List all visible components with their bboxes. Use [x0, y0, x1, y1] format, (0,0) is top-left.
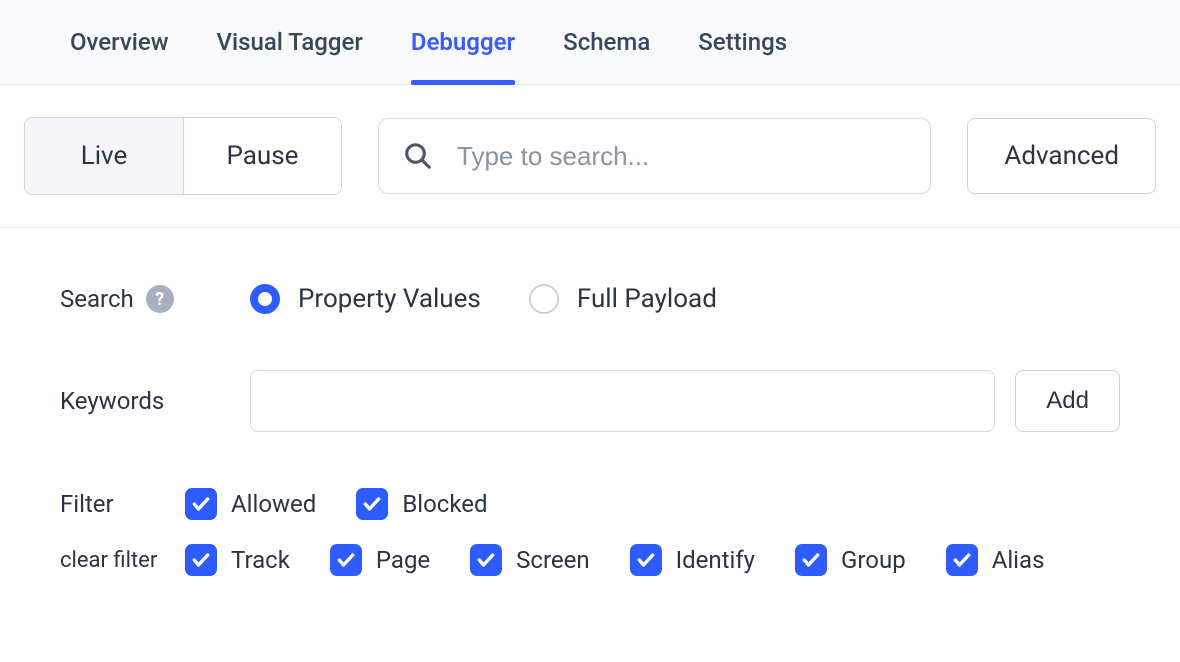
pause-button[interactable]: Pause [183, 118, 341, 194]
checkbox-identify[interactable]: Identify [630, 544, 755, 576]
check-icon [330, 544, 362, 576]
search-icon [403, 141, 433, 171]
tab-overview[interactable]: Overview [70, 0, 169, 85]
radio-indicator [529, 284, 559, 314]
filter-label: Filter [60, 490, 185, 518]
tab-schema[interactable]: Schema [563, 0, 650, 85]
checkbox-label: Screen [516, 546, 589, 574]
check-icon [356, 488, 388, 520]
radio-label: Property Values [298, 284, 481, 314]
checkbox-label: Page [376, 546, 430, 574]
search-box[interactable] [378, 118, 931, 194]
search-mode-row: Search ? Property Values Full Payload [60, 284, 1120, 314]
live-button[interactable]: Live [25, 118, 183, 194]
check-icon [185, 488, 217, 520]
keywords-label: Keywords [60, 387, 250, 415]
checkbox-track[interactable]: Track [185, 544, 290, 576]
check-icon [185, 544, 217, 576]
radio-property-values[interactable]: Property Values [250, 284, 481, 314]
checkbox-label: Identify [676, 546, 755, 574]
advanced-panel: Search ? Property Values Full Payload Ke… [0, 228, 1180, 576]
keywords-row: Keywords Add [60, 370, 1120, 432]
status-checks: Allowed Blocked [185, 488, 488, 520]
check-icon [630, 544, 662, 576]
checkbox-label: Alias [992, 546, 1045, 574]
tab-settings[interactable]: Settings [698, 0, 787, 85]
type-checks: Track Page Screen Identify Group [185, 544, 1044, 576]
checkbox-page[interactable]: Page [330, 544, 430, 576]
search-label: Search ? [60, 285, 250, 313]
checkbox-label: Group [841, 546, 906, 574]
advanced-button[interactable]: Advanced [967, 118, 1156, 194]
keywords-input[interactable] [250, 370, 995, 432]
checkbox-blocked[interactable]: Blocked [356, 488, 487, 520]
filter-types-row: clear filter Track Page Screen Identify [60, 544, 1120, 576]
stream-toggle: Live Pause [24, 117, 342, 195]
add-keyword-button[interactable]: Add [1015, 370, 1120, 432]
filters-block: Filter Allowed Blocked clear filter [60, 488, 1120, 576]
tab-visual-tagger[interactable]: Visual Tagger [217, 0, 363, 85]
checkbox-alias[interactable]: Alias [946, 544, 1045, 576]
search-label-text: Search [60, 285, 134, 313]
checkbox-screen[interactable]: Screen [470, 544, 589, 576]
tab-debugger[interactable]: Debugger [411, 0, 515, 85]
check-icon [470, 544, 502, 576]
main-nav: Overview Visual Tagger Debugger Schema S… [0, 0, 1180, 85]
checkbox-allowed[interactable]: Allowed [185, 488, 316, 520]
search-mode-group: Property Values Full Payload [250, 284, 717, 314]
check-icon [946, 544, 978, 576]
checkbox-label: Track [231, 546, 290, 574]
checkbox-group[interactable]: Group [795, 544, 906, 576]
filter-status-row: Filter Allowed Blocked [60, 488, 1120, 520]
radio-indicator [250, 284, 280, 314]
search-input[interactable] [457, 141, 906, 172]
checkbox-label: Allowed [231, 490, 316, 518]
radio-label: Full Payload [577, 284, 717, 314]
help-icon[interactable]: ? [146, 285, 174, 313]
checkbox-label: Blocked [402, 490, 487, 518]
debugger-toolbar: Live Pause Advanced [0, 85, 1180, 228]
radio-full-payload[interactable]: Full Payload [529, 284, 717, 314]
clear-filter-link[interactable]: clear filter [60, 548, 185, 573]
check-icon [795, 544, 827, 576]
